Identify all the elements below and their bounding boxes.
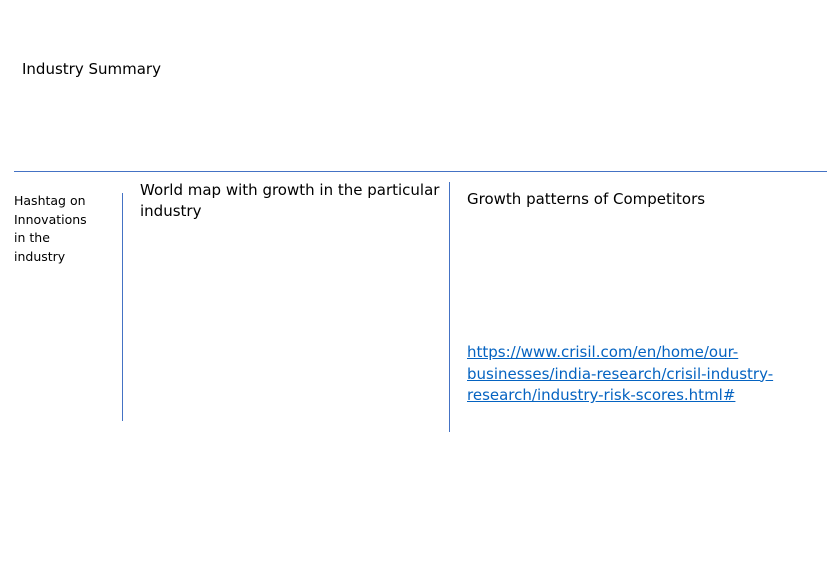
page-title: Industry Summary: [22, 60, 161, 78]
world-map-panel-heading: World map with growth in the particular …: [140, 181, 440, 220]
competitor-growth-panel-heading: Growth patterns of Competitors: [467, 190, 706, 208]
crisil-risk-scores-link[interactable]: https://www.crisil.com/en/home/our- busi…: [467, 342, 817, 407]
innovations-hashtag-note: Hashtag on Innovations in the industry: [14, 193, 87, 265]
panel-divider: [449, 182, 450, 432]
sidebar-divider: [122, 193, 123, 421]
header-divider: [14, 171, 827, 172]
